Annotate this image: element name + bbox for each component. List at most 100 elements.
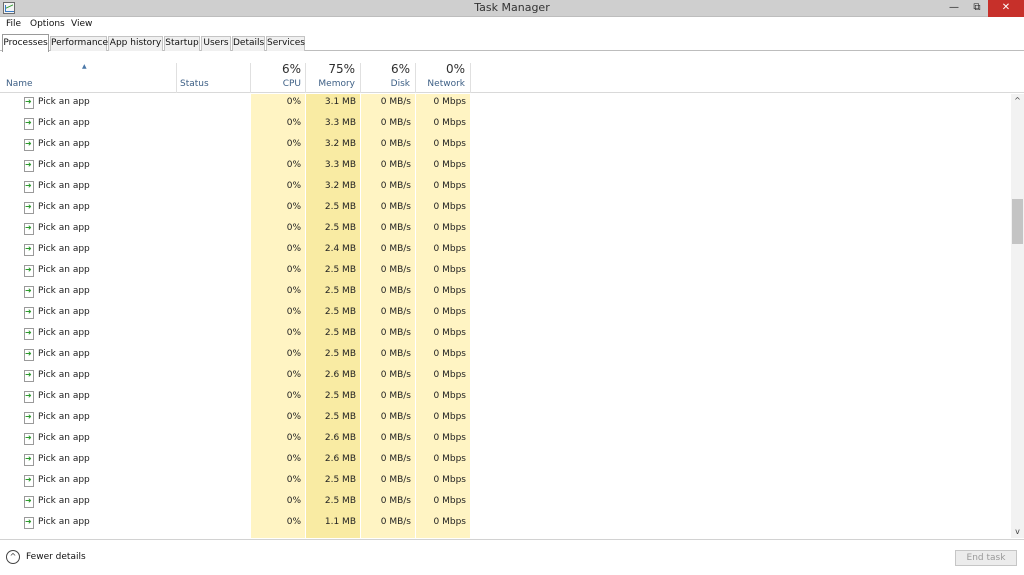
process-memory: 3.3 MB <box>324 160 356 170</box>
process-cpu: 0% <box>286 307 301 317</box>
close-button[interactable]: ✕ <box>988 0 1024 17</box>
process-row[interactable]: Pick an app 0% 2.5 MB 0 MB/s 0 Mbps <box>0 262 1010 283</box>
menu-options[interactable]: Options <box>30 19 65 29</box>
tab-app-history[interactable]: App history <box>108 36 163 51</box>
process-memory: 2.5 MB <box>324 391 356 401</box>
column-divider <box>305 63 306 93</box>
process-name: Pick an app <box>38 349 90 359</box>
menu-view[interactable]: View <box>71 19 92 29</box>
chevron-up-circle-icon[interactable]: ^ <box>6 550 20 564</box>
process-memory: 3.1 MB <box>324 97 356 107</box>
scroll-thumb[interactable] <box>1012 199 1023 244</box>
footer-bar: ^ Fewer details End task <box>0 539 1024 575</box>
app-window-icon <box>24 265 34 277</box>
process-row[interactable]: Pick an app 0% 2.5 MB 0 MB/s 0 Mbps <box>0 304 1010 325</box>
process-row[interactable]: Pick an app 0% 2.5 MB 0 MB/s 0 Mbps <box>0 220 1010 241</box>
process-cpu: 0% <box>286 286 301 296</box>
process-disk: 0 MB/s <box>380 496 411 506</box>
process-row[interactable]: Pick an app 0% 3.3 MB 0 MB/s 0 Mbps <box>0 157 1010 178</box>
window-title: Task Manager <box>474 1 550 14</box>
process-row[interactable]: Pick an app 0% 2.5 MB 0 MB/s 0 Mbps <box>0 493 1010 514</box>
column-cpu[interactable]: CPU <box>252 79 301 89</box>
process-network: 0 Mbps <box>433 370 466 380</box>
cpu-total[interactable]: 6% <box>252 62 301 76</box>
column-name[interactable]: Name <box>6 79 33 89</box>
end-task-button[interactable]: End task <box>955 550 1017 566</box>
process-row[interactable]: Pick an app 0% 2.5 MB 0 MB/s 0 Mbps <box>0 346 1010 367</box>
tab-startup[interactable]: Startup <box>164 36 200 51</box>
process-row[interactable]: Pick an app 0% 2.5 MB 0 MB/s 0 Mbps <box>0 283 1010 304</box>
app-window-icon <box>24 307 34 319</box>
process-name: Pick an app <box>38 139 90 149</box>
process-row[interactable]: Pick an app 0% 2.5 MB 0 MB/s 0 Mbps <box>0 388 1010 409</box>
process-memory: 2.5 MB <box>324 286 356 296</box>
restore-button[interactable]: ⧉ <box>966 0 988 17</box>
process-name: Pick an app <box>38 97 90 107</box>
process-disk: 0 MB/s <box>380 139 411 149</box>
process-disk: 0 MB/s <box>380 349 411 359</box>
column-divider <box>250 63 251 93</box>
title-bar: Task Manager — ⧉ ✕ <box>0 0 1024 17</box>
process-network: 0 Mbps <box>433 412 466 422</box>
process-network: 0 Mbps <box>433 265 466 275</box>
scroll-up-icon[interactable]: ^ <box>1011 94 1024 107</box>
process-network: 0 Mbps <box>433 244 466 254</box>
tab-processes[interactable]: Processes <box>2 34 49 52</box>
tab-details[interactable]: Details <box>232 36 265 51</box>
process-name: Pick an app <box>38 244 90 254</box>
app-window-icon <box>24 370 34 382</box>
process-cpu: 0% <box>286 412 301 422</box>
process-disk: 0 MB/s <box>380 517 411 527</box>
app-window-icon <box>24 118 34 130</box>
process-cpu: 0% <box>286 160 301 170</box>
process-disk: 0 MB/s <box>380 328 411 338</box>
tab-services[interactable]: Services <box>266 36 305 51</box>
column-disk[interactable]: Disk <box>361 79 410 89</box>
process-network: 0 Mbps <box>433 97 466 107</box>
process-name: Pick an app <box>38 181 90 191</box>
process-row[interactable]: Pick an app 0% 3.2 MB 0 MB/s 0 Mbps <box>0 136 1010 157</box>
process-row[interactable]: Pick an app 0% 2.5 MB 0 MB/s 0 Mbps <box>0 325 1010 346</box>
menu-bar: File Options View <box>0 17 1024 33</box>
app-window-icon <box>24 160 34 172</box>
process-disk: 0 MB/s <box>380 412 411 422</box>
process-disk: 0 MB/s <box>380 202 411 212</box>
app-window-icon <box>24 202 34 214</box>
network-total[interactable]: 0% <box>416 62 465 76</box>
process-memory: 2.6 MB <box>324 433 356 443</box>
process-row[interactable]: Pick an app 0% 1.1 MB 0 MB/s 0 Mbps <box>0 514 1010 535</box>
process-row[interactable]: Pick an app 0% 2.4 MB 0 MB/s 0 Mbps <box>0 241 1010 262</box>
process-row[interactable]: Pick an app 0% 2.6 MB 0 MB/s 0 Mbps <box>0 430 1010 451</box>
process-name: Pick an app <box>38 118 90 128</box>
tab-performance[interactable]: Performance <box>50 36 108 51</box>
process-list: Pick an app0%3.1 MB0 MB/s0 MbpsPick an a… <box>0 94 1010 538</box>
process-memory: 2.5 MB <box>324 475 356 485</box>
vertical-scrollbar[interactable]: ^ v <box>1011 94 1024 538</box>
fewer-details-link[interactable]: Fewer details <box>26 552 86 562</box>
process-row[interactable]: Pick an app 0% 2.5 MB 0 MB/s 0 Mbps <box>0 199 1010 220</box>
column-memory[interactable]: Memory <box>306 79 355 89</box>
process-row[interactable]: Pick an app 0% 2.5 MB 0 MB/s 0 Mbps <box>0 472 1010 493</box>
process-network: 0 Mbps <box>433 475 466 485</box>
process-network: 0 Mbps <box>433 139 466 149</box>
process-disk: 0 MB/s <box>380 370 411 380</box>
app-window-icon <box>24 328 34 340</box>
tab-users[interactable]: Users <box>201 36 231 51</box>
minimize-button[interactable]: — <box>942 0 966 17</box>
disk-total[interactable]: 6% <box>361 62 410 76</box>
column-network[interactable]: Network <box>416 79 465 89</box>
process-row[interactable]: Pick an app 0% 2.6 MB 0 MB/s 0 Mbps <box>0 367 1010 388</box>
process-network: 0 Mbps <box>433 496 466 506</box>
column-status[interactable]: Status <box>180 79 209 89</box>
memory-total[interactable]: 75% <box>306 62 355 76</box>
process-row[interactable]: Pick an app 0% 3.1 MB 0 MB/s 0 Mbps <box>0 94 1010 115</box>
scroll-down-icon[interactable]: v <box>1011 525 1024 538</box>
process-name: Pick an app <box>38 475 90 485</box>
process-row[interactable]: Pick an app 0% 2.5 MB 0 MB/s 0 Mbps <box>0 409 1010 430</box>
process-row[interactable]: Pick an app 0% 3.3 MB 0 MB/s 0 Mbps <box>0 115 1010 136</box>
menu-file[interactable]: File <box>6 19 21 29</box>
process-row[interactable]: Pick an app 0% 2.6 MB 0 MB/s 0 Mbps <box>0 451 1010 472</box>
process-memory: 2.5 MB <box>324 412 356 422</box>
process-row[interactable]: Pick an app 0% 3.2 MB 0 MB/s 0 Mbps <box>0 178 1010 199</box>
process-memory: 2.5 MB <box>324 202 356 212</box>
